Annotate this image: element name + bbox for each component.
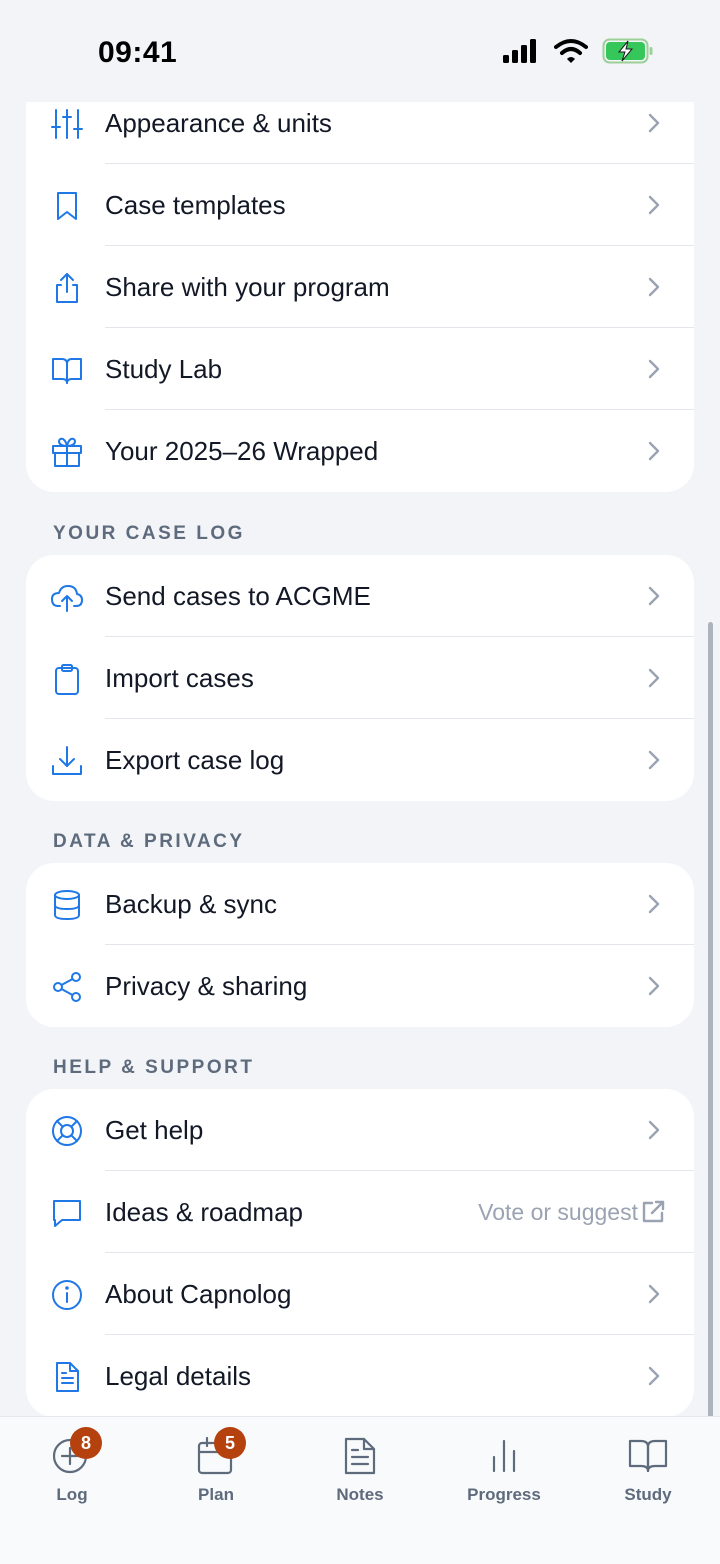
row-send-acgme[interactable]: Send cases to ACGME [26,555,694,637]
calendar-icon: 5 [196,1427,246,1475]
tab-label: Plan [198,1485,234,1504]
row-ideas-roadmap[interactable]: Ideas & roadmap Vote or suggest [26,1171,694,1253]
row-label: Backup & sync [105,888,277,919]
badge: 5 [214,1427,246,1459]
row-privacy-sharing[interactable]: Privacy & sharing [26,945,694,1027]
bookmark-icon [50,189,84,223]
row-label: Your 2025–26 Wrapped [105,435,379,466]
row-case-templates[interactable]: Case templates [26,164,694,246]
scrollbar[interactable] [708,622,713,1416]
external-link-icon [642,1200,665,1223]
row-study-lab[interactable]: Study Lab [26,328,694,410]
bar-chart-icon [484,1435,524,1475]
chevron-right-icon [648,113,660,133]
sliders-icon [50,107,84,141]
message-icon [50,1196,84,1230]
row-label: Privacy & sharing [105,970,308,1001]
book-icon [50,353,84,387]
section-title-case-log: YOUR CASE LOG [53,523,245,544]
chevron-right-icon [648,750,660,770]
row-label: Legal details [105,1360,251,1391]
row-label: Get help [105,1114,204,1145]
row-export-log[interactable]: Export case log [26,719,694,801]
row-wrapped[interactable]: Your 2025–26 Wrapped [26,410,694,492]
tab-label: Log [56,1485,88,1504]
chevron-right-icon [648,1366,660,1386]
lifebuoy-icon [50,1114,84,1148]
section-title-help: HELP & SUPPORT [53,1057,255,1078]
book-open-icon [628,1435,668,1475]
tab-label: Notes [336,1485,384,1504]
chevron-right-icon [648,195,660,215]
row-label: About Capnolog [105,1278,292,1309]
tab-study[interactable]: Study [576,1435,720,1525]
section-title-data-privacy: DATA & PRIVACY [53,831,245,852]
notes-icon [340,1435,380,1475]
chevron-right-icon [648,1120,660,1140]
status-bar: 09:41 [0,0,720,102]
case-log-card: Send cases to ACGME Import cases Export … [26,555,694,801]
row-get-help[interactable]: Get help [26,1089,694,1171]
tab-label: Study [624,1485,672,1504]
tab-notes[interactable]: Notes [288,1435,432,1525]
tab-bar: 8 Log 5 Plan Notes Progress Study [0,1416,720,1564]
general-card: Appearance & units Case templates Share … [26,62,694,492]
row-label: Import cases [105,662,254,693]
document-icon [50,1360,84,1394]
row-subtitle: Vote or suggest [478,1198,638,1225]
status-time: 09:41 [98,36,178,69]
clipboard-icon [50,662,84,696]
share-icon [50,271,84,305]
row-label: Share with your program [105,271,390,302]
cellular-signal-icon [503,39,536,63]
help-card: Get help Ideas & roadmap Vote or suggest… [26,1089,694,1416]
tab-plan[interactable]: 5 Plan [144,1427,288,1525]
chevron-right-icon [648,1284,660,1304]
tab-progress[interactable]: Progress [432,1435,576,1525]
settings-scroll[interactable]: Appearance & units Case templates Share … [0,0,720,1416]
row-backup-sync[interactable]: Backup & sync [26,863,694,945]
row-about[interactable]: About Capnolog [26,1253,694,1335]
tab-label: Progress [467,1485,541,1504]
plus-circle-icon: 8 [52,1427,102,1475]
status-icons [502,38,654,64]
row-label: Study Lab [105,353,223,384]
row-label: Send cases to ACGME [105,580,371,611]
row-share-program[interactable]: Share with your program [26,246,694,328]
battery-charging-icon [602,38,653,64]
chevron-right-icon [648,586,660,606]
data-privacy-card: Backup & sync Privacy & sharing [26,863,694,1027]
tab-log[interactable]: 8 Log [0,1427,144,1525]
row-label: Appearance & units [105,107,332,138]
share-nodes-icon [50,970,84,1004]
chevron-right-icon [648,359,660,379]
row-legal[interactable]: Legal details [26,1335,694,1416]
row-label: Export case log [105,744,285,775]
chevron-right-icon [648,668,660,688]
info-icon [50,1278,84,1312]
wifi-icon [554,39,588,63]
row-label: Ideas & roadmap [105,1196,304,1227]
chevron-right-icon [648,894,660,914]
badge: 8 [70,1427,102,1459]
chevron-right-icon [648,441,660,461]
cloud-upload-icon [50,580,84,614]
row-import-cases[interactable]: Import cases [26,637,694,719]
gift-icon [50,435,84,469]
database-icon [50,888,84,922]
chevron-right-icon [648,976,660,996]
row-label: Case templates [105,189,286,220]
chevron-right-icon [648,277,660,297]
download-icon [50,744,84,778]
